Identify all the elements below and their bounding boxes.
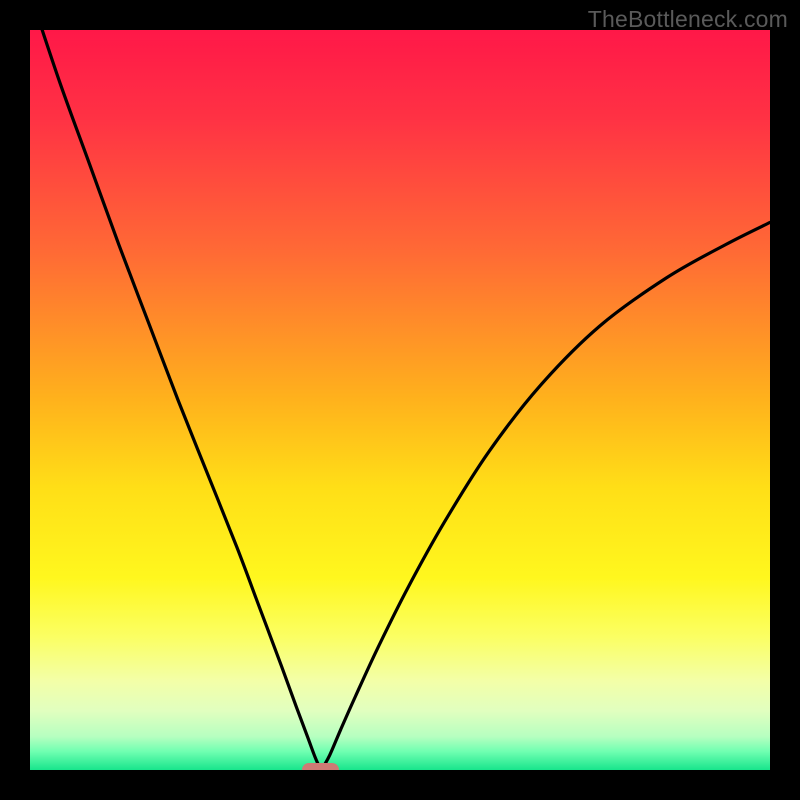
plot-area [30, 30, 770, 770]
curve-layer [30, 30, 770, 770]
watermark-text: TheBottleneck.com [588, 6, 788, 33]
minimum-marker [302, 763, 339, 770]
curve-right-branch [322, 222, 770, 768]
curve-left-branch [30, 30, 320, 769]
